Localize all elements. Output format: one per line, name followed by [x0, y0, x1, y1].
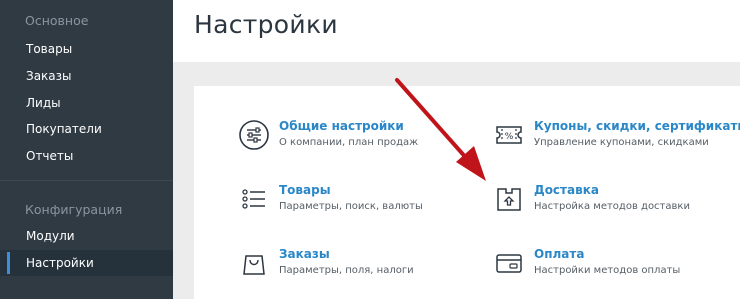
setting-coupons-description: Управление купонами, скидками: [534, 137, 709, 148]
delivery-box-icon: [497, 188, 521, 211]
setting-delivery-title[interactable]: Доставка: [534, 183, 599, 197]
setting-general-description: О компании, план продаж: [279, 137, 419, 148]
sidebar-item-orders[interactable]: Заказы: [0, 63, 173, 89]
setting-payment-title[interactable]: Оплата: [534, 247, 584, 261]
page-header: Настройки: [173, 0, 740, 62]
credit-card-icon: [496, 254, 522, 273]
setting-delivery-description: Настройка методов доставки: [534, 201, 690, 212]
page-title: Настройки: [194, 10, 338, 39]
sidebar-group-title-config: Конфигурация: [25, 202, 123, 217]
setting-orders[interactable]: Заказы Параметры, поля, налоги: [238, 247, 458, 283]
settings-card: Общие настройки О компании, план продаж …: [194, 86, 740, 299]
sidebar-group-title-main: Основное: [25, 13, 89, 28]
setting-products[interactable]: Товары Параметры, поиск, валюты: [238, 183, 458, 219]
setting-delivery[interactable]: Доставка Настройка методов доставки: [493, 183, 733, 219]
sidebar: Основное Товары Заказы Лиды Покупатели О…: [0, 0, 173, 299]
setting-payment-description: Настройки методов оплаты: [534, 265, 681, 276]
setting-general[interactable]: Общие настройки О компании, план продаж: [238, 119, 458, 155]
setting-orders-title[interactable]: Заказы: [279, 247, 330, 261]
sidebar-item-products[interactable]: Товары: [0, 36, 173, 62]
svg-text:%: %: [505, 132, 514, 142]
sidebar-item-customers[interactable]: Покупатели: [0, 116, 173, 142]
setting-coupons[interactable]: % Купоны, скидки, сертификаты Управление…: [493, 119, 740, 155]
coupon-icon: %: [496, 126, 522, 144]
sidebar-item-modules[interactable]: Модули: [0, 223, 173, 249]
setting-payment[interactable]: Оплата Настройки методов оплаты: [493, 247, 733, 283]
sidebar-item-settings[interactable]: Настройки: [0, 250, 173, 276]
shopping-bag-icon: [243, 255, 265, 275]
setting-products-description: Параметры, поиск, валюты: [279, 201, 423, 212]
setting-coupons-title[interactable]: Купоны, скидки, сертификаты: [534, 119, 740, 133]
list-icon: [242, 189, 265, 209]
sidebar-item-leads[interactable]: Лиды: [0, 90, 173, 116]
setting-general-title[interactable]: Общие настройки: [279, 119, 404, 133]
setting-orders-description: Параметры, поля, налоги: [279, 265, 414, 276]
sliders-icon: [239, 120, 269, 150]
sidebar-item-reports[interactable]: Отчеты: [0, 143, 173, 169]
setting-products-title[interactable]: Товары: [279, 183, 331, 197]
sidebar-divider: [0, 180, 173, 181]
